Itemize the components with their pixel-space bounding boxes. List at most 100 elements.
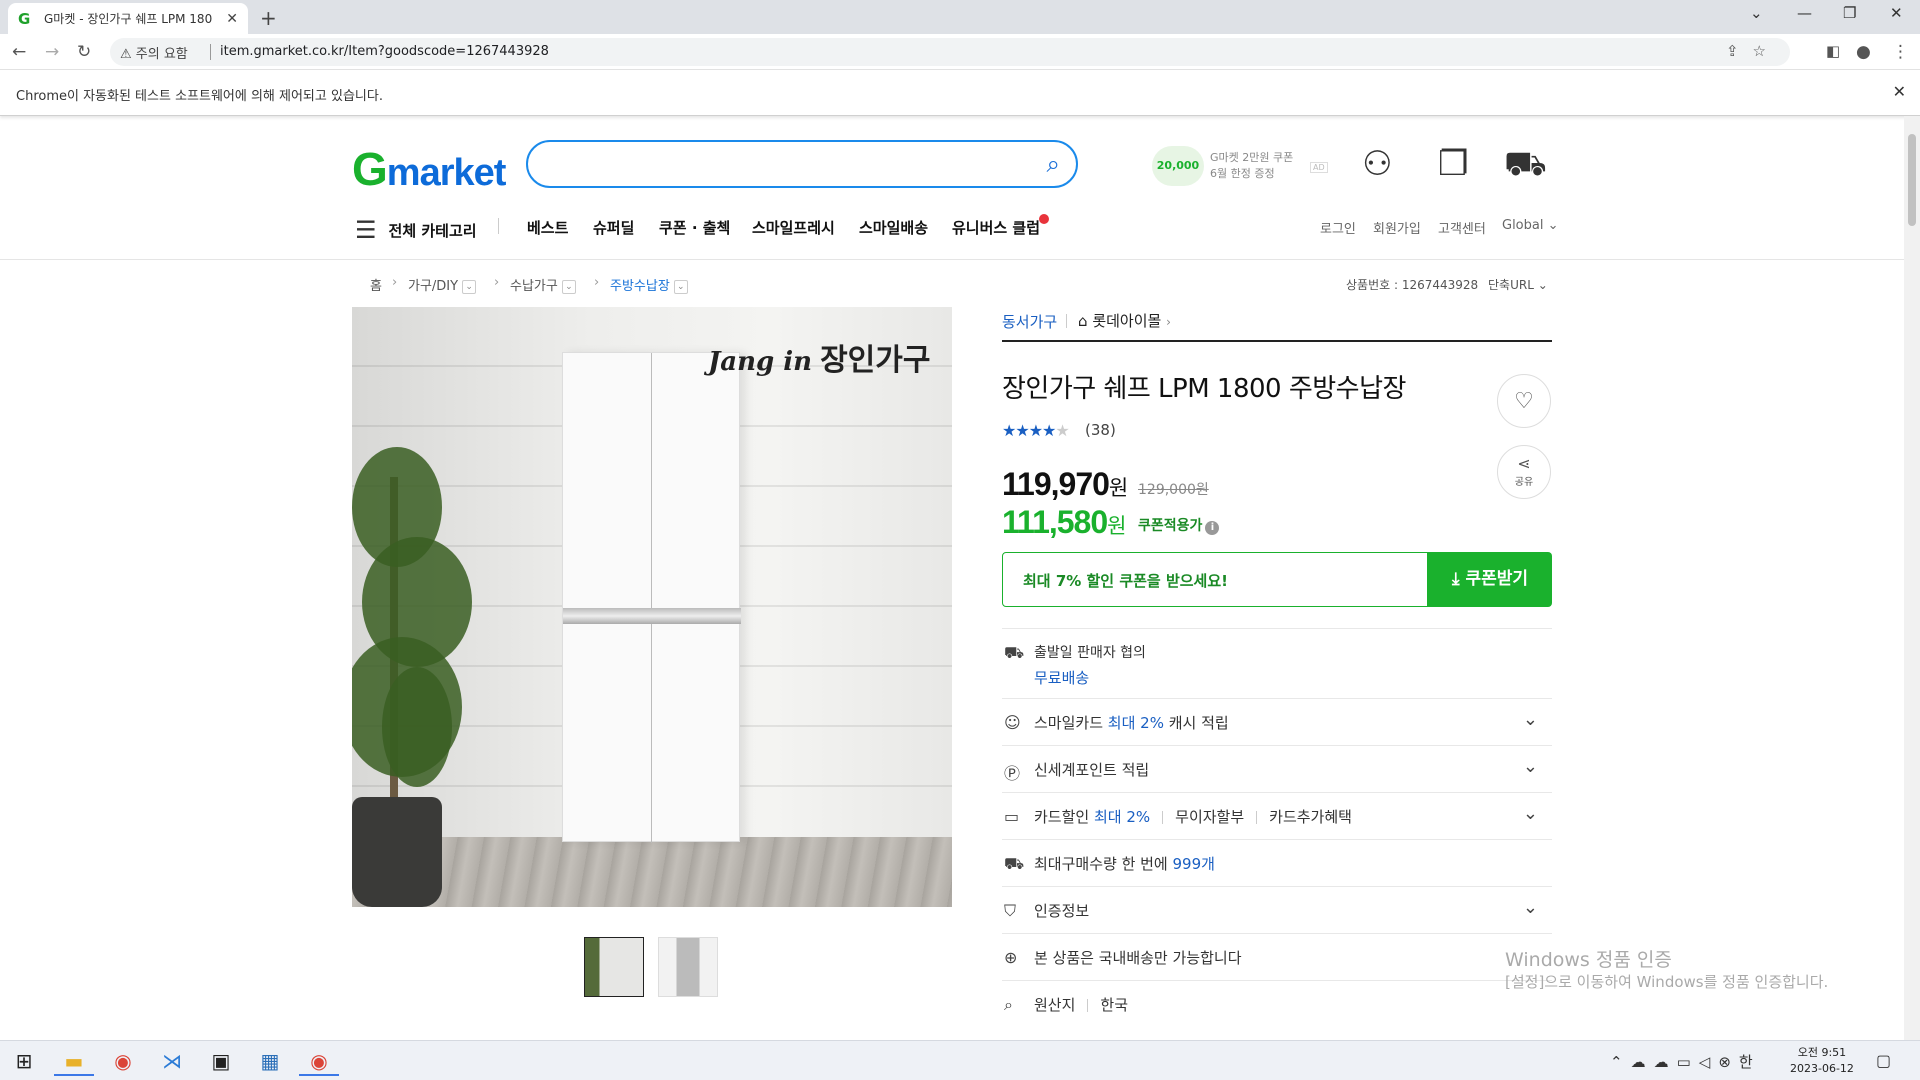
my-page-user-icon[interactable]: ⚇ bbox=[1362, 144, 1392, 184]
tray-chevron-icon[interactable]: ⌃ bbox=[1610, 1053, 1631, 1071]
free-shipping-link[interactable]: 무료배송 bbox=[1034, 667, 1089, 688]
review-count[interactable]: (38) bbox=[1085, 421, 1116, 439]
dropdown-icon[interactable]: ⌄ bbox=[673, 279, 688, 294]
gmarket-favicon-icon: G bbox=[18, 9, 31, 28]
global-link[interactable]: Global ⌄ bbox=[1502, 218, 1559, 233]
browser-tab[interactable]: G G마켓 - 장인가구 쉐프 LPM 180 ✕ bbox=[8, 3, 248, 34]
file-explorer-icon[interactable]: ▬ bbox=[54, 1046, 94, 1076]
ime-indicator[interactable]: 한 bbox=[1739, 1053, 1761, 1071]
info-icon[interactable]: i bbox=[1205, 521, 1220, 535]
profile-icon[interactable]: ● bbox=[1856, 42, 1871, 62]
smilecard-row[interactable]: ☺ 스마일카드 최대 2% 캐시 적립 ⌄ bbox=[1002, 698, 1552, 745]
dropdown-icon[interactable]: ⌄ bbox=[561, 279, 576, 294]
nav-smile-delivery[interactable]: 스마일배송 bbox=[859, 217, 928, 238]
back-icon[interactable]: ← bbox=[12, 42, 26, 62]
origin-text: 원산지 한국 bbox=[1034, 994, 1128, 1015]
search-input[interactable] bbox=[548, 152, 1008, 176]
signup-link[interactable]: 회원가입 bbox=[1373, 218, 1421, 237]
globe-icon: ⊕ bbox=[1004, 948, 1018, 967]
rating-stars: ★★★★★ bbox=[1002, 421, 1070, 440]
certification-row[interactable]: ⛉ 인증정보 ⌄ bbox=[1002, 886, 1552, 933]
breadcrumb-kitchen-cabinet[interactable]: 주방수납장 ⌄ bbox=[610, 275, 688, 294]
tab-search-icon[interactable]: ⌄ bbox=[1750, 4, 1763, 22]
thumbnail-2[interactable] bbox=[658, 937, 718, 997]
short-url-button[interactable]: 단축URL ⌄ bbox=[1488, 276, 1548, 293]
remote-desktop-icon[interactable]: ▦ bbox=[250, 1046, 290, 1076]
volume-icon[interactable]: ◁ bbox=[1699, 1053, 1719, 1071]
scrollbar-thumb[interactable] bbox=[1908, 134, 1916, 226]
domestic-shipping-text: 본 상품은 국내배송만 가능합니다 bbox=[1034, 949, 1242, 967]
forward-icon[interactable]: → bbox=[45, 42, 59, 62]
cloud-icon[interactable]: ☁ bbox=[1654, 1053, 1677, 1071]
share-icon: ⋖ bbox=[1517, 454, 1531, 473]
chrome-active-icon[interactable]: ◉ bbox=[299, 1046, 339, 1076]
chevron-down-icon[interactable]: ⌄ bbox=[1523, 803, 1538, 824]
login-link[interactable]: 로그인 bbox=[1320, 218, 1356, 237]
breadcrumb-home[interactable]: 홈 bbox=[370, 275, 382, 294]
clock[interactable]: 오전 9:51 2023-06-12 bbox=[1790, 1045, 1854, 1077]
seller-name[interactable]: 동서가구 bbox=[1002, 311, 1057, 332]
terminal-icon[interactable]: ▣ bbox=[201, 1046, 241, 1076]
ssg-point-text: 신세계포인트 적립 bbox=[1034, 761, 1150, 779]
plant-pot bbox=[352, 797, 442, 907]
close-infobar-icon[interactable]: ✕ bbox=[1893, 82, 1906, 101]
ssg-point-row[interactable]: Ⓟ 신세계포인트 적립 ⌄ bbox=[1002, 745, 1552, 792]
reload-icon[interactable]: ↻ bbox=[77, 42, 91, 62]
recent-items-icon[interactable]: ❐ bbox=[1438, 144, 1468, 184]
menu-kebab-icon[interactable]: ⋮ bbox=[1892, 42, 1909, 62]
coupon-label-text: 쿠폰적용가 bbox=[1138, 518, 1203, 534]
share-page-icon[interactable]: ⇪ bbox=[1726, 42, 1753, 60]
tab-title: G마켓 - 장인가구 쉐프 LPM 180 bbox=[44, 12, 213, 26]
bookmark-star-icon[interactable]: ☆ bbox=[1753, 42, 1780, 60]
new-tab-icon[interactable]: + bbox=[260, 6, 277, 30]
address-bar[interactable]: ⚠ 주의 요함 item.gmarket.co.kr/Item?goodscod… bbox=[110, 38, 1790, 66]
row-text: 캐시 적립 bbox=[1163, 714, 1229, 732]
nav-coupon-checkin[interactable]: 쿠폰 · 출첵 bbox=[659, 217, 730, 238]
breadcrumb-storage[interactable]: 수납가구 ⌄ bbox=[510, 275, 576, 294]
get-coupon-button[interactable]: ⤓ 쿠폰받기 bbox=[1428, 552, 1552, 607]
all-categories-label: 전체 카테고리 bbox=[388, 221, 477, 240]
chevron-down-icon[interactable]: ⌄ bbox=[1523, 756, 1538, 777]
all-categories-button[interactable]: ☰ 전체 카테고리 bbox=[355, 216, 477, 244]
product-main-image[interactable]: Jang in 장인가구 bbox=[352, 307, 952, 907]
chrome-icon[interactable]: ◉ bbox=[103, 1046, 143, 1076]
page-scrollbar[interactable] bbox=[1904, 116, 1920, 1040]
store-link[interactable]: ⌂ 롯데아이몰 › bbox=[1078, 310, 1171, 331]
coupon-promo-banner[interactable]: 20,000 G마켓 2만원 쿠폰 6월 한정 증정 AD bbox=[1152, 146, 1328, 186]
dropdown-icon[interactable]: ⌄ bbox=[462, 279, 477, 294]
door-split bbox=[651, 353, 652, 843]
network-icon[interactable]: ▭ bbox=[1677, 1053, 1699, 1071]
cart-icon[interactable]: ⛟ bbox=[1504, 144, 1547, 189]
nav-best[interactable]: 베스트 bbox=[527, 217, 568, 238]
notification-icon[interactable]: ▢ bbox=[1876, 1051, 1891, 1070]
customer-center-link[interactable]: 고객센터 bbox=[1438, 218, 1486, 237]
close-window-icon[interactable]: ✕ bbox=[1890, 4, 1903, 22]
price-value: 119,970 bbox=[1002, 466, 1110, 502]
onedrive-icon[interactable]: ☁ bbox=[1631, 1053, 1654, 1071]
thumbnail-1[interactable] bbox=[584, 937, 644, 997]
windows-start-icon[interactable]: ⊞ bbox=[4, 1046, 44, 1076]
nav-universe-club[interactable]: 유니버스 클럽 bbox=[952, 217, 1040, 238]
gmarket-logo[interactable]: Gmarket bbox=[352, 142, 506, 196]
breadcrumb-furniture[interactable]: 가구/DIY ⌄ bbox=[408, 275, 477, 294]
chevron-down-icon[interactable]: ⌄ bbox=[1523, 709, 1538, 730]
card-discount-row[interactable]: ▭ 카드할인 최대 2% 무이자할부 카드추가혜택 ⌄ bbox=[1002, 792, 1552, 839]
maximize-icon[interactable]: ❐ bbox=[1843, 4, 1856, 22]
nav-smile-fresh[interactable]: 스마일프레시 bbox=[752, 217, 835, 238]
side-panel-icon[interactable]: ◧ bbox=[1826, 42, 1840, 60]
shield-check-icon: ⛉ bbox=[1004, 901, 1017, 920]
wishlist-heart-icon[interactable]: ♡ bbox=[1497, 374, 1551, 428]
system-tray: ⌃☁☁▭◁⊗한 bbox=[1610, 1051, 1761, 1072]
nav-superdeal[interactable]: 슈퍼딜 bbox=[593, 217, 634, 238]
search-icon[interactable]: ⌕ bbox=[1047, 150, 1060, 178]
url-text[interactable]: item.gmarket.co.kr/Item?goodscode=126744… bbox=[220, 44, 549, 59]
warning-icon[interactable]: ⚠ 주의 요함 bbox=[120, 43, 188, 62]
chevron-down-icon[interactable]: ⌄ bbox=[1523, 897, 1538, 918]
share-button[interactable]: ⋖ 공유 bbox=[1497, 445, 1551, 499]
close-tab-icon[interactable]: ✕ bbox=[226, 11, 238, 27]
stars-filled: ★★★★ bbox=[1002, 421, 1056, 440]
close-circle-icon[interactable]: ⊗ bbox=[1718, 1053, 1739, 1071]
minimize-icon[interactable]: — bbox=[1797, 4, 1812, 22]
promo-coin: 20,000 bbox=[1152, 146, 1204, 186]
vscode-icon[interactable]: ⋊ bbox=[152, 1046, 192, 1076]
